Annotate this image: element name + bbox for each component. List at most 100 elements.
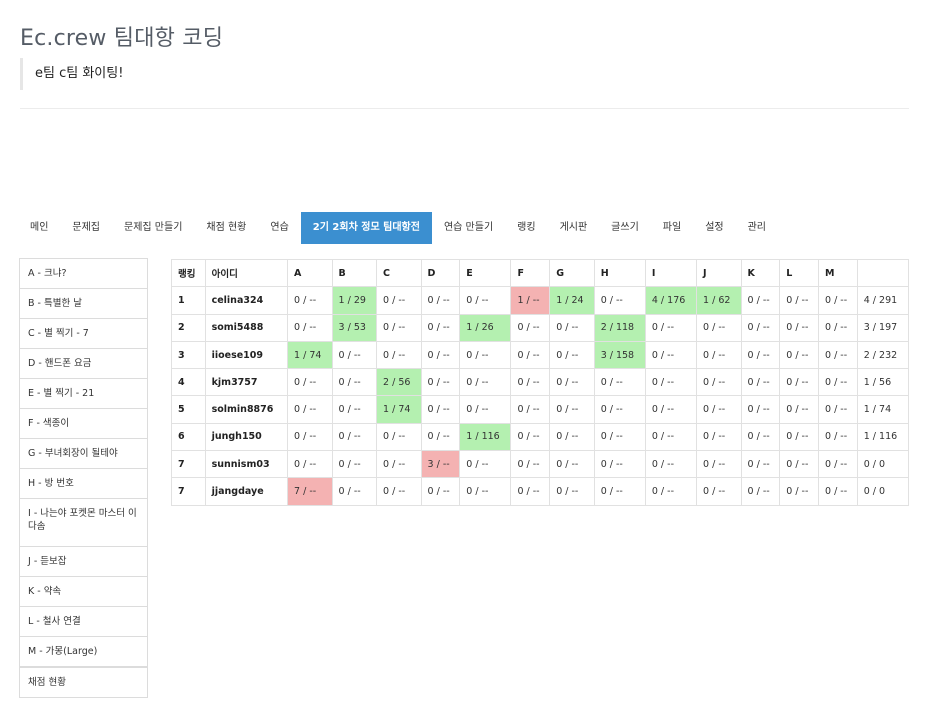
score-cell: 7 / -- (287, 477, 333, 506)
sidebar-item-problem-4[interactable]: E - 별 찍기 - 21 (20, 379, 147, 409)
score-cell: 0 / -- (644, 313, 698, 342)
sidebar-item-problem-5[interactable]: F - 색종이 (20, 409, 147, 439)
sidebar-item-problem-12[interactable]: M - 가몽(Large) (20, 637, 147, 667)
score-cell: 0 / -- (644, 340, 698, 370)
score-cell: 0 / -- (459, 368, 512, 397)
score-cell: 0 / -- (549, 368, 595, 397)
column-header: J (696, 258, 742, 288)
sidebar-item-problem-11[interactable]: L - 철사 연결 (20, 607, 147, 637)
score-cell: 1 / 24 (549, 286, 595, 315)
score-cell: 0 / -- (420, 477, 461, 506)
total-cell: 1 / 74 (856, 395, 910, 424)
rank-cell: 6 (171, 422, 206, 452)
user-id-cell: jungh150 (204, 422, 289, 452)
score-cell: 0 / -- (420, 286, 461, 315)
sidebar-item-problem-1[interactable]: B - 특별한 날 (20, 289, 147, 319)
sidebar-item-problem-6[interactable]: G - 부녀회장이 될테야 (20, 439, 147, 469)
total-cell: 0 / 0 (856, 477, 910, 506)
score-cell: 0 / -- (779, 477, 819, 506)
score-cell: 0 / -- (549, 477, 595, 506)
column-header: M (818, 258, 858, 288)
table-row: 7 sunnism03 0 / -- 0 / -- 0 / -- 3 / -- 0 / --… (171, 450, 910, 479)
score-cell: 0 / -- (331, 450, 378, 479)
score-cell: 0 / -- (818, 286, 858, 315)
score-cell: 0 / -- (696, 340, 742, 370)
sidebar-item-grading-status[interactable]: 채점 현황 (20, 668, 147, 697)
score-cell: 0 / -- (459, 286, 512, 315)
score-cell: 1 / 26 (459, 313, 512, 342)
sidebar-item-problem-0[interactable]: A - 크냐? (20, 259, 147, 289)
score-cell: 0 / -- (779, 450, 819, 479)
score-cell: 0 / -- (287, 422, 333, 452)
score-cell: 0 / -- (740, 368, 781, 397)
score-cell: 0 / -- (459, 340, 512, 370)
score-cell: 0 / -- (510, 450, 551, 479)
score-cell: 0 / -- (420, 368, 461, 397)
score-cell: 0 / -- (549, 313, 595, 342)
user-id-cell: jjangdaye (204, 477, 289, 506)
tab-3[interactable]: 채점 현황 (194, 212, 258, 244)
score-cell: 0 / -- (644, 422, 698, 452)
score-cell: 0 / -- (593, 395, 646, 424)
score-cell: 0 / -- (510, 340, 551, 370)
column-header: I (644, 258, 698, 288)
score-cell: 0 / -- (818, 395, 858, 424)
score-cell: 0 / -- (549, 422, 595, 452)
column-header: D (420, 258, 461, 288)
score-cell: 0 / -- (376, 477, 422, 506)
column-header: L (779, 258, 819, 288)
rank-cell: 7 (171, 450, 206, 479)
tab-5[interactable]: 2기 2회차 정모 팀대항전 (300, 212, 432, 244)
score-cell: 0 / -- (420, 395, 461, 424)
score-cell: 0 / -- (593, 286, 646, 315)
sidebar-item-problem-7[interactable]: H - 방 번호 (20, 469, 147, 499)
tab-11[interactable]: 설정 (693, 212, 735, 244)
score-cell: 0 / -- (644, 477, 698, 506)
score-cell: 0 / -- (779, 340, 819, 370)
table-header-row: 랭킹 아이디 A B C D E F G H I J K L M (171, 258, 910, 288)
score-cell: 0 / -- (510, 422, 551, 452)
score-cell: 0 / -- (510, 313, 551, 342)
total-cell: 1 / 56 (856, 368, 910, 397)
tab-1[interactable]: 문제집 (60, 212, 112, 244)
sidebar-item-problem-8[interactable]: I - 나는야 포켓몬 마스터 이다솜 (20, 499, 147, 547)
score-cell: 1 / 116 (459, 422, 512, 452)
tab-8[interactable]: 게시판 (548, 212, 600, 244)
column-header: F (510, 258, 551, 288)
table-row: 1 celina324 0 / -- 1 / 29 0 / -- 0 / -- 0 / --… (171, 286, 910, 315)
sidebar-item-problem-2[interactable]: C - 별 찍기 - 7 (20, 319, 147, 349)
tab-7[interactable]: 랭킹 (505, 212, 547, 244)
score-cell: 0 / -- (740, 477, 781, 506)
sidebar-item-problem-3[interactable]: D - 핸드폰 요금 (20, 349, 147, 379)
total-cell: 3 / 197 (856, 313, 910, 342)
header-divider (20, 108, 909, 109)
score-cell: 3 / 158 (593, 340, 646, 370)
score-cell: 1 / -- (510, 286, 551, 315)
score-cell: 0 / -- (376, 450, 422, 479)
tab-4[interactable]: 연습 (258, 212, 300, 244)
rank-cell: 4 (171, 368, 206, 397)
tab-0[interactable]: 메인 (18, 212, 60, 244)
sidebar-item-problem-9[interactable]: J - 듣보잡 (20, 547, 147, 577)
tab-10[interactable]: 파일 (651, 212, 693, 244)
page-subtitle: e팀 c팀 화이팅! (20, 58, 123, 90)
score-cell: 0 / -- (740, 450, 781, 479)
scoreboard-table: 랭킹 아이디 A B C D E F G H I J K L M 1 celina324 0 / -- 1 / 2… (171, 258, 910, 506)
score-cell: 0 / -- (593, 450, 646, 479)
score-cell: 0 / -- (376, 313, 422, 342)
sidebar-item-problem-10[interactable]: K - 약속 (20, 577, 147, 607)
total-cell: 1 / 116 (856, 422, 910, 452)
rank-cell: 5 (171, 395, 206, 424)
score-cell: 0 / -- (420, 340, 461, 370)
page-title: Ec.crew 팀대항 코딩 (20, 26, 224, 51)
score-cell: 0 / -- (696, 477, 742, 506)
tab-9[interactable]: 글쓰기 (599, 212, 651, 244)
score-cell: 0 / -- (331, 340, 378, 370)
score-cell: 0 / -- (779, 395, 819, 424)
tab-12[interactable]: 관리 (736, 212, 778, 244)
score-cell: 0 / -- (818, 340, 858, 370)
tab-2[interactable]: 문제집 만들기 (112, 212, 194, 244)
score-cell: 0 / -- (593, 422, 646, 452)
tab-6[interactable]: 연습 만들기 (432, 212, 505, 244)
table-row: 3 iioese109 1 / 74 0 / -- 0 / -- 0 / -- 0 / --… (171, 340, 910, 370)
